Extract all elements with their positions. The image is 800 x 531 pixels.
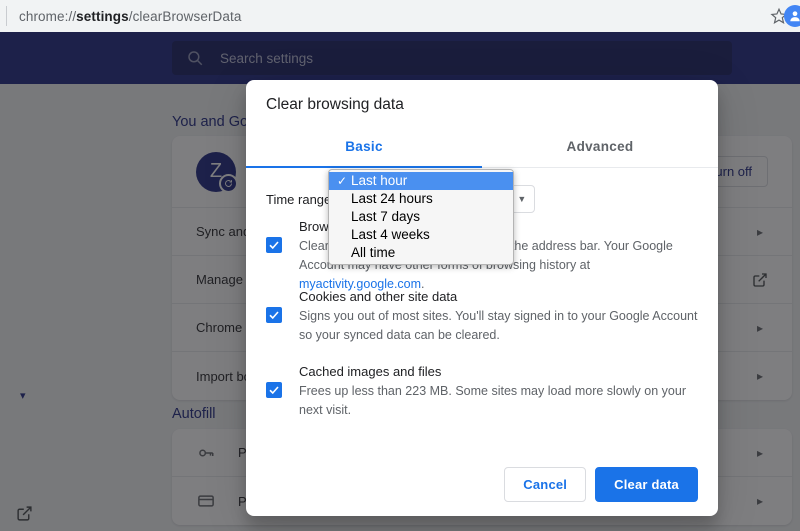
cookies-title: Cookies and other site data bbox=[299, 289, 458, 304]
url-scheme: chrome:// bbox=[19, 8, 77, 24]
cookies-checkbox[interactable] bbox=[266, 307, 282, 323]
option-last-7-days[interactable]: Last 7 days bbox=[329, 208, 513, 226]
clear-data-button[interactable]: Clear data bbox=[595, 466, 698, 502]
time-range-label: Time range bbox=[266, 191, 332, 207]
browsing-history-checkbox[interactable] bbox=[266, 237, 282, 253]
browser-omnibox-bar: chrome://settings/clearBrowserData bbox=[0, 0, 800, 32]
tab-basic[interactable]: Basic bbox=[246, 125, 482, 168]
time-range-dropdown-popup: ✓ Last hour Last 24 hours Last 7 days La… bbox=[328, 169, 514, 265]
option-last-hour[interactable]: ✓ Last hour bbox=[329, 172, 513, 190]
tab-advanced[interactable]: Advanced bbox=[482, 125, 718, 167]
dialog-tabs: Basic Advanced bbox=[246, 125, 718, 168]
option-label: All time bbox=[351, 245, 396, 260]
chevron-down-icon: ▼ bbox=[517, 194, 527, 204]
dialog-actions: Cancel Clear data bbox=[246, 452, 718, 516]
option-last-24-hours[interactable]: Last 24 hours bbox=[329, 190, 513, 208]
option-all-time[interactable]: All time bbox=[329, 244, 513, 262]
clear-browsing-data-dialog: Clear browsing data Basic Advanced Time … bbox=[246, 80, 718, 516]
browser-window: chrome://settings/clearBrowserData Clear… bbox=[0, 0, 800, 531]
cookies-desc: Signs you out of most sites. You'll stay… bbox=[299, 309, 698, 342]
url-path: /clearBrowserData bbox=[128, 8, 242, 24]
option-label: Last hour bbox=[351, 173, 408, 188]
cached-images-text: Cached images and files Frees up less th… bbox=[299, 363, 698, 420]
option-label: Last 4 weeks bbox=[351, 227, 430, 242]
cached-images-title: Cached images and files bbox=[299, 364, 442, 379]
cached-images-checkbox[interactable] bbox=[266, 382, 282, 398]
option-last-4-weeks[interactable]: Last 4 weeks bbox=[329, 226, 513, 244]
checkbox-item-cached-images: Cached images and files Frees up less th… bbox=[266, 363, 698, 420]
cancel-button[interactable]: Cancel bbox=[504, 466, 587, 502]
option-label: Last 24 hours bbox=[351, 191, 433, 206]
dialog-title: Clear browsing data bbox=[266, 96, 404, 113]
cookies-text: Cookies and other site data Signs you ou… bbox=[299, 288, 698, 345]
profile-avatar-icon[interactable] bbox=[784, 5, 800, 27]
url-host: settings bbox=[76, 8, 129, 24]
cached-images-desc: Frees up less than 223 MB. Some sites ma… bbox=[299, 384, 686, 417]
omnibox-left-divider bbox=[6, 6, 13, 26]
option-label: Last 7 days bbox=[351, 209, 421, 224]
check-glyph: ✓ bbox=[336, 174, 348, 188]
checkbox-item-cookies: Cookies and other site data Signs you ou… bbox=[266, 288, 698, 345]
address-bar-url[interactable]: chrome://settings/clearBrowserData bbox=[19, 9, 241, 24]
